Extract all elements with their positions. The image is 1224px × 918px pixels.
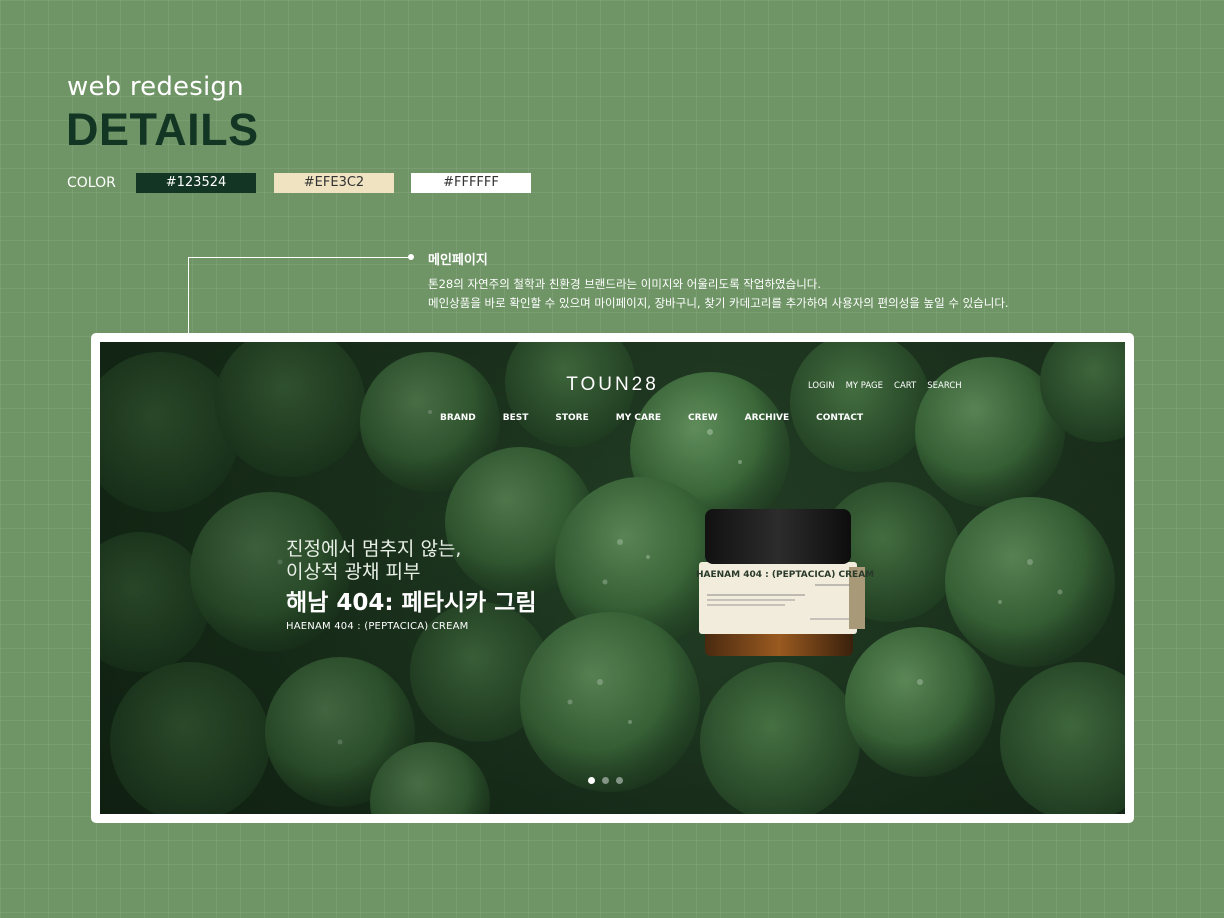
nav-item-contact[interactable]: CONTACT (816, 413, 863, 423)
nav-mypage-link[interactable]: MY PAGE (846, 381, 883, 391)
nav-item-brand[interactable]: BRAND (440, 413, 476, 423)
main-nav: BRAND BEST STORE MY CARE CREW ARCHIVE CO… (440, 413, 890, 423)
annotation-line: 톤28의 자연주의 철학과 친환경 브랜드라는 이미지와 어울리도록 작업하였습… (428, 277, 822, 291)
website-mockup: TOUN28 LOGIN MY PAGE CART SEARCH BRAND B… (100, 342, 1125, 814)
product-jar-image[interactable] (685, 507, 870, 667)
site-logo[interactable]: TOUN28 (100, 374, 1125, 396)
nav-item-my-care[interactable]: MY CARE (616, 413, 661, 423)
page-title: DETAILS (66, 104, 259, 155)
hero-tagline-2: 이상적 광채 피부 (286, 561, 421, 583)
slider-dot[interactable] (616, 777, 623, 784)
color-swatch-dark-green: #123524 (136, 173, 256, 193)
nav-item-crew[interactable]: CREW (688, 413, 718, 423)
slider-dot[interactable] (588, 777, 595, 784)
nav-cart-link[interactable]: CART (894, 381, 916, 391)
callout-line-horizontal (188, 257, 411, 258)
nav-search-link[interactable]: SEARCH (927, 381, 961, 391)
slider-dot[interactable] (602, 777, 609, 784)
slider-dots (588, 777, 623, 784)
nav-item-best[interactable]: BEST (503, 413, 529, 423)
annotation-line: 메인상품을 바로 확인할 수 있으며 마이페이지, 장바구니, 찾기 카데고리를… (428, 296, 1009, 310)
color-swatch-white: #FFFFFF (411, 173, 531, 193)
utility-nav: LOGIN MY PAGE CART SEARCH (808, 381, 962, 391)
jar-label-text: HAENAM 404 : (PEPTACICA) CREAM (696, 570, 875, 580)
subtitle: web redesign (67, 72, 244, 102)
callout-dot (408, 254, 414, 260)
color-label: COLOR (67, 175, 116, 191)
color-swatch-beige: #EFE3C2 (274, 173, 394, 193)
nav-login-link[interactable]: LOGIN (808, 381, 835, 391)
hero-product-name-en: HAENAM 404 : (PEPTACICA) CREAM (286, 621, 469, 632)
hero-product-name: 해남 404: 페타시카 그림 (286, 590, 537, 616)
nav-item-archive[interactable]: ARCHIVE (745, 413, 790, 423)
nav-item-store[interactable]: STORE (555, 413, 588, 423)
annotation-title: 메인페이지 (428, 253, 488, 268)
